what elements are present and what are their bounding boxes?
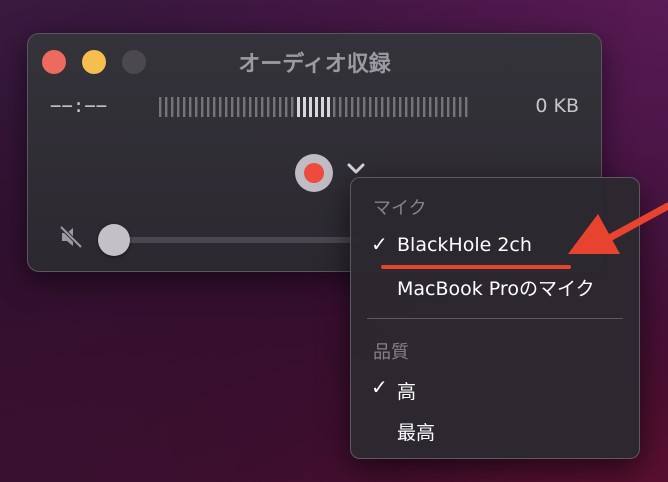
- annotation-underline: [381, 265, 571, 269]
- meter-tick: [291, 97, 294, 117]
- meter-tick: [345, 97, 348, 117]
- meter-tick: [189, 97, 192, 117]
- checkmark-icon: ✓: [371, 232, 388, 256]
- meter-tick: [411, 97, 414, 117]
- meter-tick: [237, 97, 240, 117]
- menu-item-label: 最高: [397, 422, 436, 444]
- meter-tick: [225, 97, 228, 117]
- chevron-down-icon[interactable]: [346, 162, 366, 176]
- meter-tick: [285, 97, 288, 117]
- meter-tick: [195, 97, 198, 117]
- meter-tick: [315, 97, 318, 117]
- level-meter: [159, 97, 468, 117]
- file-size: 0 KB: [535, 95, 579, 117]
- meter-tick: [375, 97, 378, 117]
- meter-tick: [177, 97, 180, 117]
- meter-tick: [171, 97, 174, 117]
- meter-tick: [261, 97, 264, 117]
- meter-tick: [183, 97, 186, 117]
- menu-item-label: MacBook Proのマイク: [397, 278, 595, 300]
- meter-tick: [243, 97, 246, 117]
- record-icon: [304, 163, 324, 183]
- meter-tick: [327, 97, 330, 117]
- mute-icon[interactable]: [58, 224, 84, 250]
- meter-tick: [267, 97, 270, 117]
- meter-tick: [465, 97, 468, 117]
- meter-tick: [369, 97, 372, 117]
- meter-tick: [249, 97, 252, 117]
- record-button[interactable]: [295, 154, 333, 192]
- menu-item-quality-max[interactable]: 最高: [351, 412, 639, 448]
- meter-tick: [441, 97, 444, 117]
- meter-tick: [429, 97, 432, 117]
- meter-tick: [309, 97, 312, 117]
- menu-item-macbook-mic[interactable]: MacBook Proのマイク: [351, 268, 639, 304]
- meter-tick: [405, 97, 408, 117]
- meter-tick: [159, 97, 162, 117]
- meter-tick: [273, 97, 276, 117]
- meter-tick: [279, 97, 282, 117]
- meter-tick: [213, 97, 216, 117]
- meter-tick: [231, 97, 234, 117]
- menu-item-quality-high[interactable]: ✓ 高: [351, 371, 639, 407]
- meter-tick: [201, 97, 204, 117]
- meter-tick: [435, 97, 438, 117]
- meter-tick: [303, 97, 306, 117]
- quality-section-header: 品質: [373, 342, 409, 363]
- elapsed-time: −−:−−: [50, 95, 108, 117]
- meter-tick: [363, 97, 366, 117]
- meter-tick: [297, 97, 300, 117]
- meter-tick: [447, 97, 450, 117]
- meter-tick: [387, 97, 390, 117]
- menu-separator: [367, 318, 623, 319]
- meter-tick: [165, 97, 168, 117]
- volume-slider-knob[interactable]: [98, 224, 130, 256]
- checkmark-icon: ✓: [371, 375, 388, 399]
- meter-tick: [423, 97, 426, 117]
- meter-tick: [207, 97, 210, 117]
- meter-tick: [417, 97, 420, 117]
- menu-item-label: BlackHole 2ch: [397, 234, 532, 256]
- meter-tick: [393, 97, 396, 117]
- meter-tick: [453, 97, 456, 117]
- menu-item-label: 高: [397, 381, 417, 403]
- meter-tick: [333, 97, 336, 117]
- meter-tick: [339, 97, 342, 117]
- meter-tick: [351, 97, 354, 117]
- meter-tick: [219, 97, 222, 117]
- mic-section-header: マイク: [373, 198, 427, 219]
- window-title: オーディオ収録: [238, 52, 391, 77]
- volume-slider-track[interactable]: [114, 237, 364, 243]
- arrow-icon: [568, 202, 668, 254]
- meter-tick: [399, 97, 402, 117]
- meter-tick: [321, 97, 324, 117]
- meter-tick: [459, 97, 462, 117]
- meter-tick: [381, 97, 384, 117]
- meter-tick: [357, 97, 360, 117]
- meter-tick: [255, 97, 258, 117]
